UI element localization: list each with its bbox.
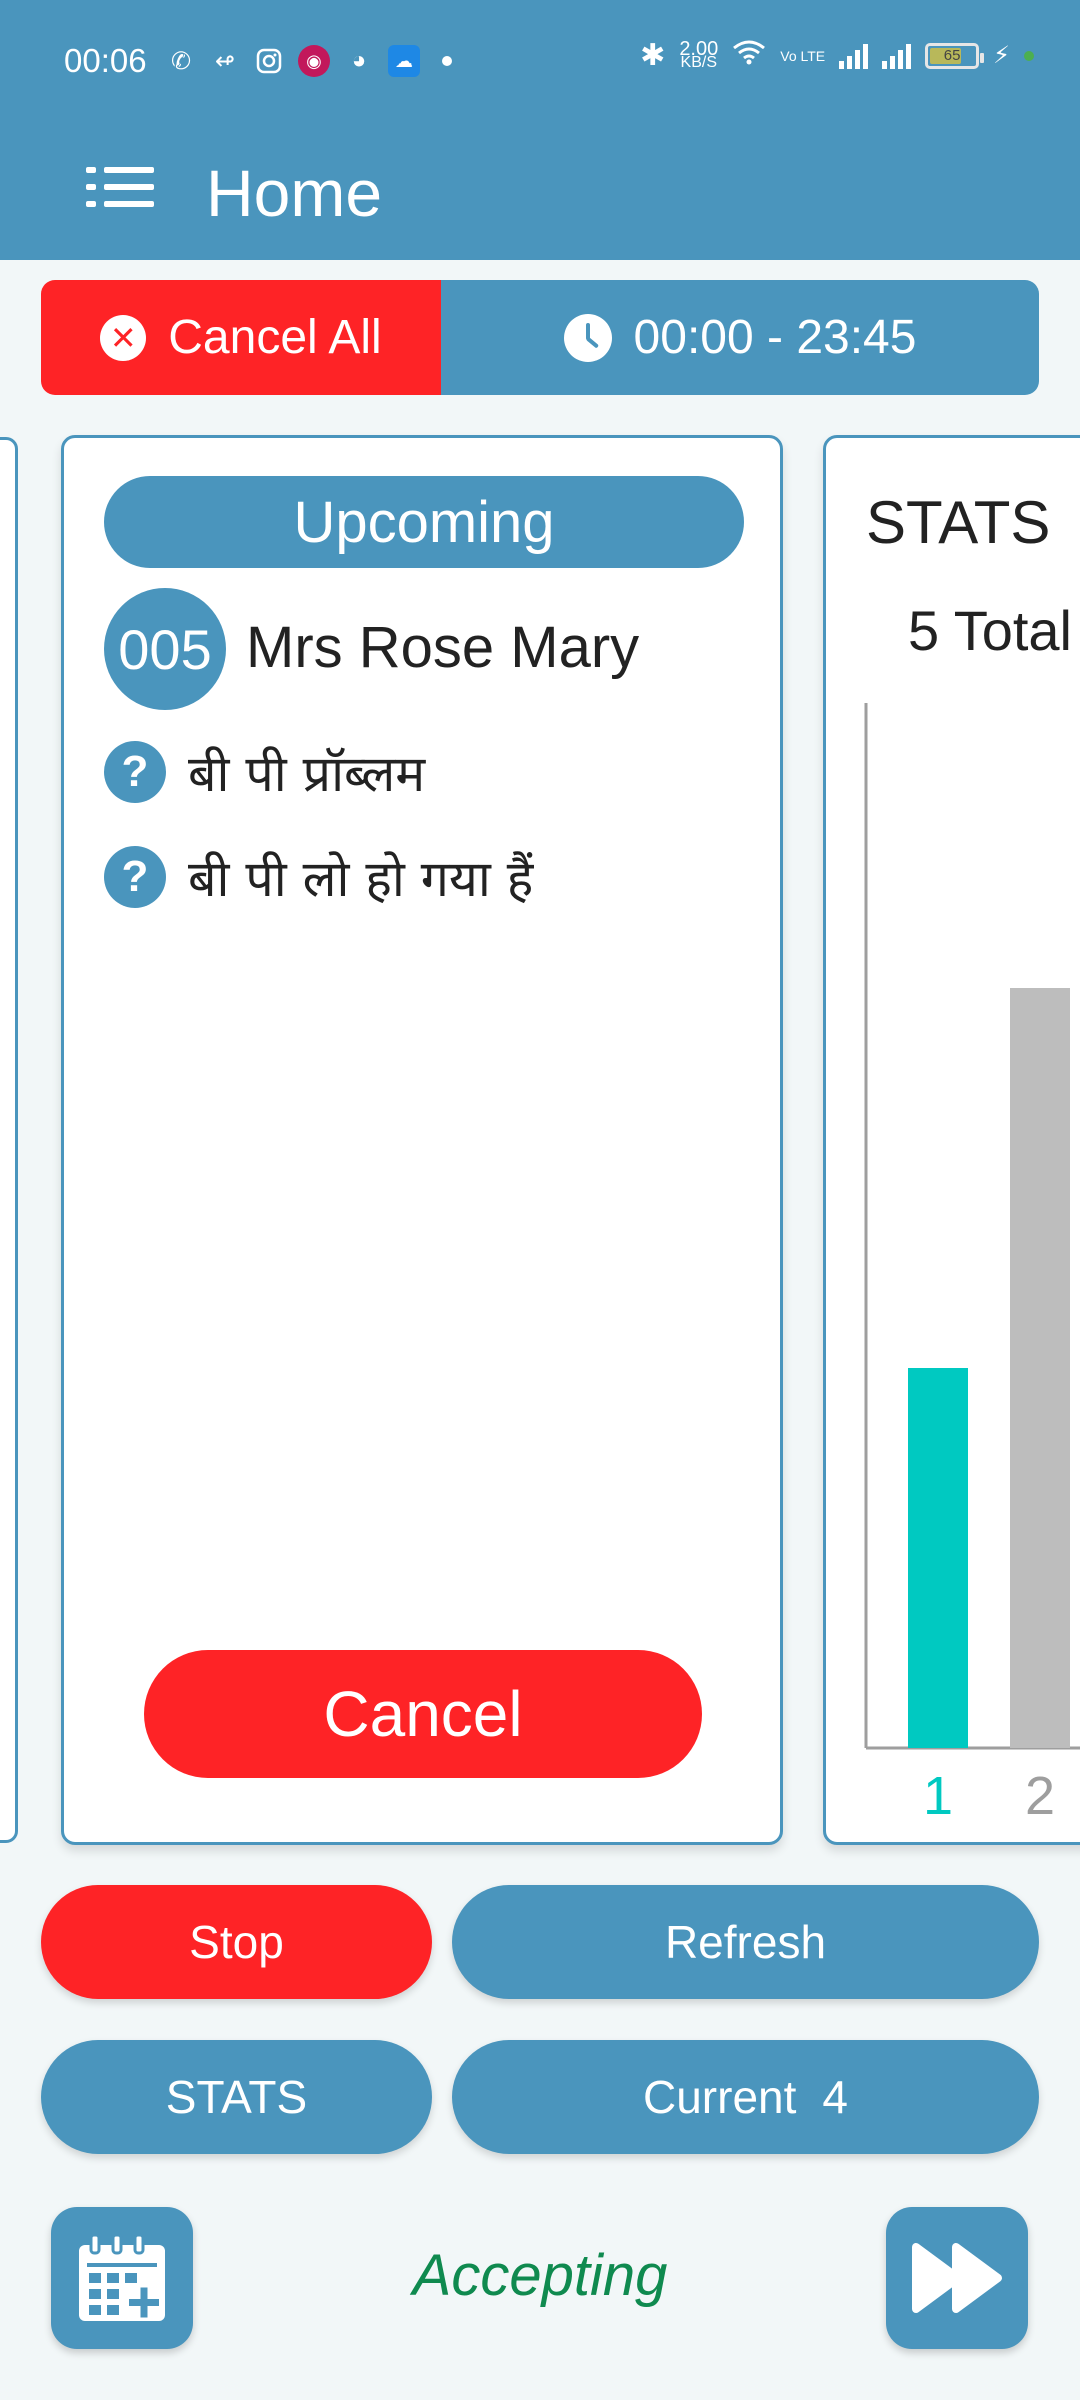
stop-button[interactable]: Stop — [41, 1885, 432, 1999]
volte-indicator: Vo LTE — [780, 47, 826, 64]
chart-bar-1 — [908, 1368, 968, 1748]
notification-icons: ✆ ↫ ◉ ◕ ☁ — [166, 45, 452, 77]
battery-level: 65 — [943, 47, 961, 64]
app-notification-icon: ◉ — [298, 45, 330, 77]
refresh-button[interactable]: Refresh — [452, 1885, 1039, 1999]
chart-tick-label: 1 — [923, 1766, 953, 1826]
signal-icon-sim2 — [882, 43, 912, 69]
stats-button[interactable]: STATS — [41, 2040, 432, 2154]
complaint-item: ? बी पी प्रॉब्लम — [104, 738, 425, 806]
menu-list-icon[interactable] — [86, 163, 158, 223]
system-icons: ✱ 2.00 KB/S Vo LTE 65 ⚡ — [640, 38, 1034, 73]
current-count: 4 — [822, 2071, 848, 2123]
token-number-badge: 005 — [104, 588, 226, 710]
status-time: 00:06 — [64, 42, 147, 79]
chrome-icon: ◕ — [351, 47, 367, 74]
stats-card: STATS 5 Total 12 — [823, 435, 1080, 1845]
chart-tick-label: 2 — [1025, 1766, 1055, 1826]
charging-icon: ⚡ — [993, 42, 1010, 69]
cancel-circle-icon: ✕ — [100, 314, 147, 361]
time-range-label: 00:00 - 23:45 — [633, 311, 917, 364]
fast-forward-icon — [912, 2243, 1002, 2313]
question-icon: ? — [104, 741, 166, 803]
clock-icon — [563, 313, 612, 362]
calendar-add-button[interactable] — [51, 2207, 193, 2349]
top-bar: 00:06 ✆ ↫ ◉ ◕ ☁ ✱ 2.00KB/S Vo LTE 65 ⚡ — [0, 0, 1080, 260]
more-notifications-icon — [442, 56, 452, 66]
privacy-dot-icon — [1024, 50, 1034, 61]
app-bar: Home — [0, 125, 1080, 260]
bluetooth-icon: ✱ — [640, 39, 666, 72]
question-icon: ? — [104, 846, 166, 908]
time-range-button[interactable]: 00:00 - 23:45 — [441, 280, 1039, 395]
network-speed: 2.00 KB/S — [679, 39, 718, 71]
battery-icon: 65 — [925, 42, 985, 69]
status-bar: 00:06 ✆ ↫ ◉ ◕ ☁ ✱ 2.00 KB/S Vo LTE 65 ⚡ — [0, 0, 1080, 125]
current-button[interactable]: Current 4 — [452, 2040, 1039, 2154]
cloud-upload-icon: ☁ — [388, 45, 420, 77]
accepting-status: Accepting — [412, 2243, 668, 2308]
complaint-text: बी पी प्रॉब्लम — [188, 745, 426, 803]
instagram-icon — [254, 46, 284, 76]
page-title: Home — [206, 156, 383, 230]
cancel-appointment-button[interactable]: Cancel — [144, 1650, 702, 1778]
network-speed-unit: KB/S — [680, 53, 718, 71]
complaint-item: ? बी पी लो हो गया हैं — [104, 843, 533, 911]
current-label: Current — [643, 2071, 797, 2123]
signal-icon-sim1 — [839, 43, 869, 69]
patient-name: Mrs Rose Mary — [246, 615, 640, 680]
missed-call-icon: ↫ — [214, 47, 236, 75]
previous-card-edge[interactable] — [0, 437, 18, 1843]
stats-bar-chart: 12 — [864, 703, 1080, 1826]
next-patient-button[interactable] — [886, 2207, 1028, 2349]
cancel-all-label: Cancel All — [168, 311, 382, 364]
chart-bar-2 — [1010, 988, 1070, 1748]
upcoming-card: Upcoming 005 Mrs Rose Mary ? बी पी प्रॉब… — [61, 435, 783, 1845]
phone-icon: ✆ — [170, 47, 192, 75]
upcoming-header: Upcoming — [104, 476, 744, 568]
cancel-all-button[interactable]: ✕ Cancel All — [41, 280, 441, 395]
complaint-text: बी पी लो हो गया हैं — [188, 850, 534, 908]
calendar-add-icon — [79, 2233, 165, 2321]
wifi-icon — [732, 39, 766, 72]
